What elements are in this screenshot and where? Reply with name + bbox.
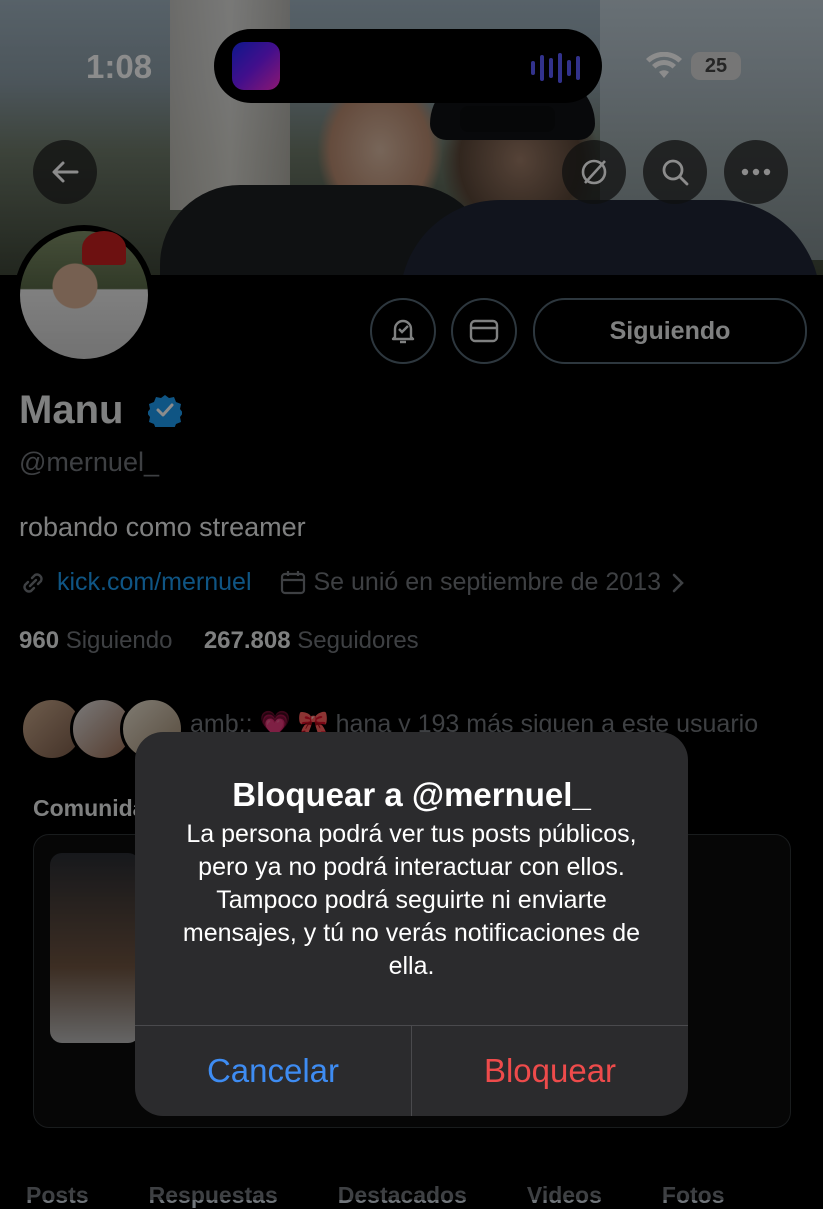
message-button[interactable]	[451, 298, 517, 364]
tab-videos[interactable]: Videos	[527, 1182, 602, 1209]
tab-photos[interactable]: Fotos	[662, 1182, 725, 1209]
tab-replies[interactable]: Respuestas	[149, 1182, 278, 1209]
profile-link[interactable]: kick.com/mernuel	[57, 568, 252, 597]
tab-highlights[interactable]: Destacados	[338, 1182, 467, 1209]
profile-tabs: Posts Respuestas Destacados Videos Fotos	[26, 1182, 725, 1209]
dynamic-island[interactable]	[214, 29, 602, 103]
grok-button[interactable]	[562, 140, 626, 204]
chevron-right-icon[interactable]	[671, 572, 685, 594]
cancel-button[interactable]: Cancelar	[135, 1026, 411, 1116]
more-icon	[741, 168, 771, 176]
banner-person-right	[400, 200, 820, 275]
banner-glasses	[460, 106, 555, 132]
status-time: 1:08	[86, 48, 153, 85]
now-playing-app-icon	[232, 42, 280, 90]
followers-label: Seguidores	[297, 627, 419, 654]
tab-posts[interactable]: Posts	[26, 1182, 89, 1209]
profile-avatar[interactable]	[14, 225, 154, 365]
block-button[interactable]: Bloquear	[412, 1026, 688, 1116]
search-icon	[662, 159, 689, 186]
community-image	[50, 853, 140, 1043]
profile-meta: kick.com/mernuel Se unió en septiembre d…	[19, 568, 685, 597]
notifications-button[interactable]	[370, 298, 436, 364]
followers-count: 267.808	[203, 627, 291, 654]
santa-hat-icon	[82, 231, 126, 265]
grok-icon	[581, 159, 607, 185]
mail-icon	[469, 319, 499, 343]
link-icon	[23, 572, 43, 593]
following-count: 960	[19, 627, 60, 654]
profile-name: Manu	[19, 388, 124, 432]
profile-handle: @mernuel_	[19, 447, 159, 477]
followers-stat[interactable]: 267.808 Seguidores	[204, 627, 419, 654]
follow-counts: 960 Siguiendo 267.808 Seguidores	[19, 627, 419, 655]
block-alert-dialog: Bloquear a @mernuel_ La persona podrá ve…	[135, 732, 688, 1116]
verified-badge-icon[interactable]	[148, 393, 182, 427]
alert-message: La persona podrá ver tus posts públicos,…	[182, 820, 641, 980]
back-button[interactable]	[33, 140, 97, 204]
profile-joined: Se unió en septiembre de 2013	[313, 568, 661, 596]
search-button[interactable]	[643, 140, 707, 204]
audio-wave-icon	[531, 53, 580, 83]
battery-indicator: 25	[691, 52, 741, 80]
calendar-icon	[280, 570, 305, 594]
alert-title: Bloquear a @mernuel_	[232, 776, 591, 813]
more-button[interactable]	[724, 140, 788, 204]
following-label: Siguiendo	[65, 627, 173, 654]
profile-bio: robando como streamer	[19, 512, 306, 542]
bell-icon	[391, 319, 415, 344]
wifi-icon	[646, 52, 682, 78]
back-arrow-icon	[52, 161, 79, 183]
following-stat[interactable]: 960 Siguiendo	[19, 627, 172, 654]
following-button[interactable]: Siguiendo	[533, 298, 807, 364]
